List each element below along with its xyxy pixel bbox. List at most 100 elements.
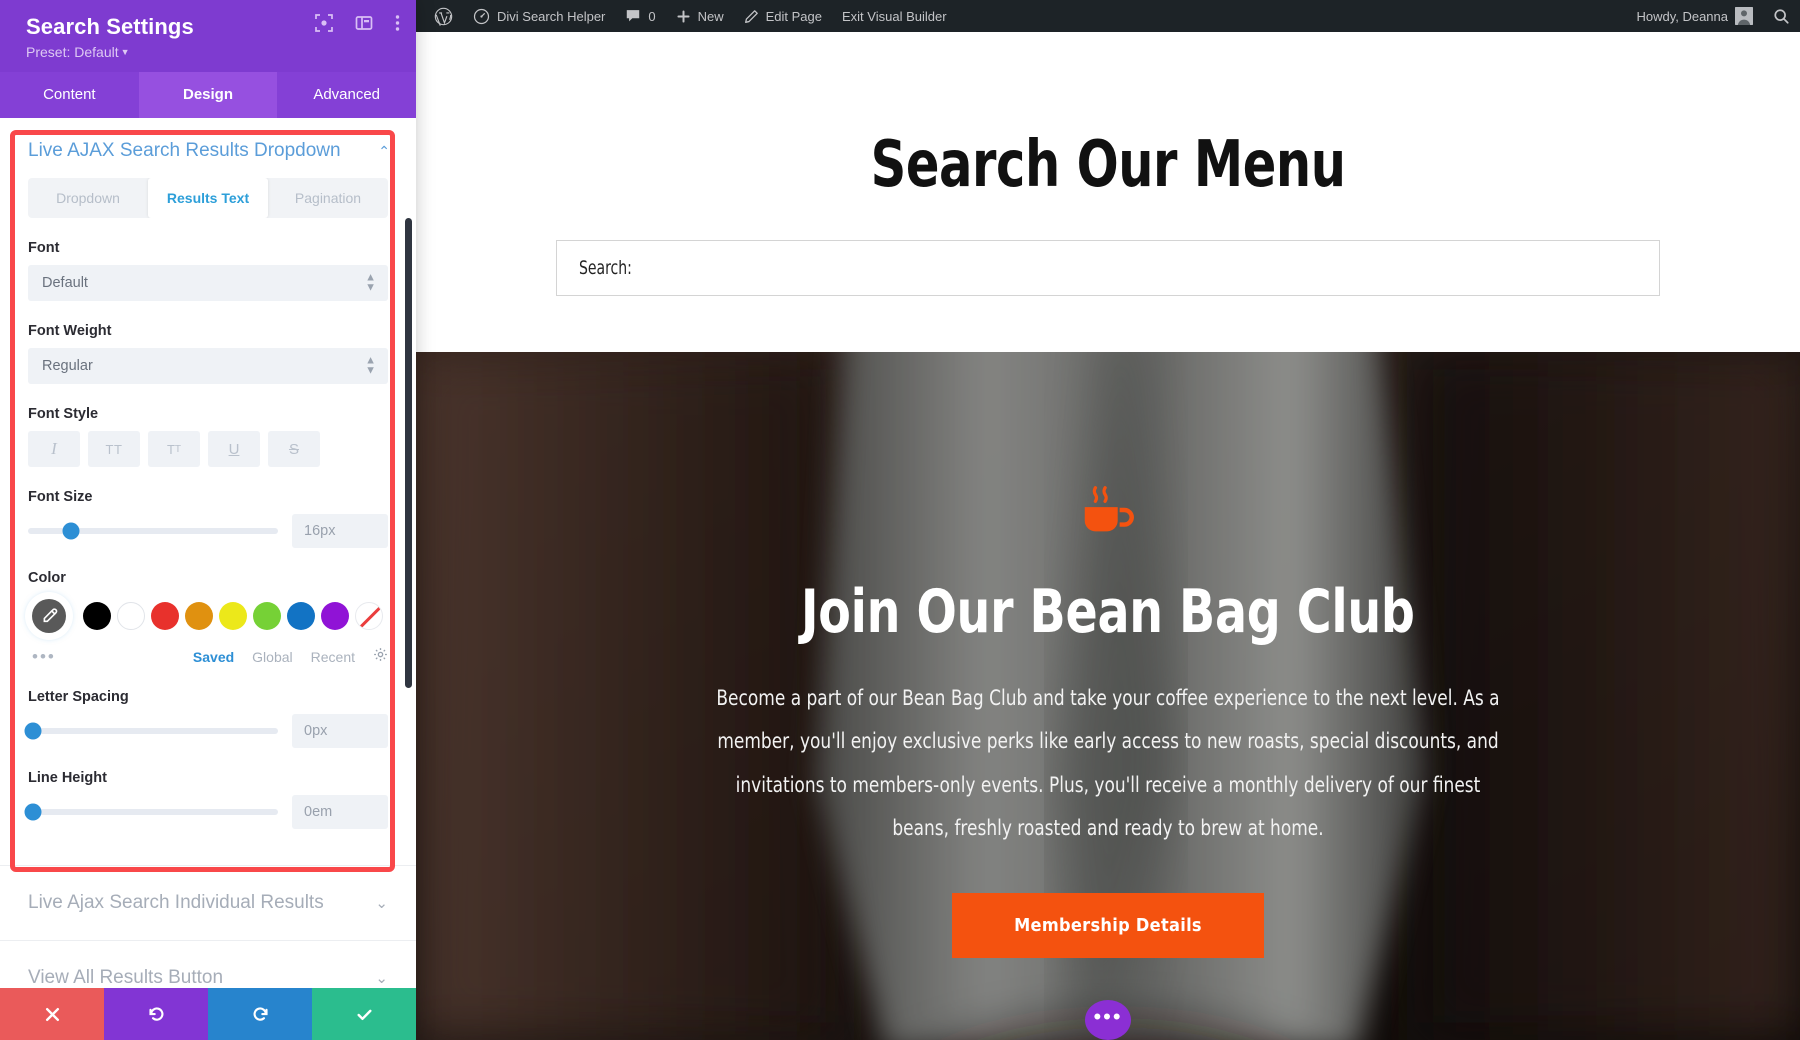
eyedropper-icon	[32, 599, 66, 634]
color-swatches	[28, 595, 388, 638]
focus-icon[interactable]	[315, 14, 333, 32]
hero-section: Join Our Bean Bag Club Become a part of …	[416, 352, 1800, 1040]
swatch-green[interactable]	[253, 602, 281, 631]
admin-bar-right: Howdy, Deanna	[1626, 0, 1800, 32]
panel-body: Live AJAX Search Results Dropdown ⌃ Drop…	[0, 118, 416, 988]
layout-icon[interactable]	[355, 14, 373, 32]
font-weight-select[interactable]: Regular ▲ ▼	[28, 348, 388, 385]
page-title: Search Our Menu	[870, 128, 1346, 202]
wordpress-logo-icon[interactable]	[424, 0, 463, 32]
site-name-menu[interactable]: Divi Search Helper	[463, 0, 615, 32]
letter-spacing-value[interactable]: 0px	[292, 714, 388, 749]
tab-content[interactable]: Content	[0, 72, 139, 119]
comments-count: 0	[648, 8, 656, 24]
uppercase-button[interactable]: TT	[88, 431, 140, 468]
line-height-slider[interactable]	[24, 803, 278, 821]
small-caps-button[interactable]: TT	[148, 431, 200, 468]
color-link-saved[interactable]: Saved	[193, 649, 234, 665]
swatch-black[interactable]	[83, 602, 111, 631]
exit-visual-builder-menu[interactable]: Exit Visual Builder	[832, 0, 957, 32]
section-view-all-results-button-label: View All Results Button	[28, 967, 224, 988]
font-size-slider-knob[interactable]	[62, 522, 79, 540]
hero-content: Join Our Bean Bag Club Become a part of …	[416, 352, 1800, 1040]
letter-spacing-slider[interactable]	[24, 722, 278, 740]
italic-button[interactable]: I	[28, 431, 80, 468]
search-input-wrapper[interactable]: Search:	[556, 240, 1660, 296]
font-select[interactable]: Default ▲ ▼	[28, 265, 388, 302]
gear-icon[interactable]	[373, 647, 388, 667]
stepper-arrows-icon: ▲ ▼	[365, 271, 376, 294]
font-weight-select-value: Regular	[42, 358, 93, 375]
search-input-label: Search:	[579, 257, 632, 279]
chevron-down-icon: ▼	[120, 47, 130, 58]
membership-details-button[interactable]: Membership Details	[952, 892, 1264, 958]
font-style-label: Font Style	[28, 406, 99, 423]
hero-paragraph: Become a part of our Bean Bag Club and t…	[716, 686, 1500, 841]
color-link-recent[interactable]: Recent	[311, 649, 355, 665]
subtab-dropdown[interactable]: Dropdown	[28, 178, 148, 218]
line-height-value[interactable]: 0em	[292, 795, 388, 830]
undo-button[interactable]	[104, 988, 208, 1040]
wp-admin-bar: Divi Search Helper 0 New Edit Page Exit …	[416, 0, 1800, 32]
small-caps-glyph: T	[166, 441, 175, 457]
swatch-purple[interactable]	[321, 602, 349, 631]
redo-button[interactable]	[208, 988, 312, 1040]
swatch-white[interactable]	[117, 602, 145, 631]
letter-spacing-slider-row: 0px	[24, 714, 388, 749]
avatar	[1735, 7, 1753, 25]
subtab-pagination[interactable]: Pagination	[268, 178, 388, 218]
panel-tabs: Content Design Advanced	[0, 72, 417, 119]
strikethrough-button[interactable]: S	[268, 431, 320, 468]
line-height-slider-knob[interactable]	[24, 803, 42, 821]
new-content-label: New	[697, 8, 724, 24]
font-style-field: Font Style I TT TT U S	[0, 406, 416, 468]
section-view-all-results-button[interactable]: View All Results Button ⌄	[0, 940, 416, 988]
font-weight-field: Font Weight Regular ▲ ▼	[0, 323, 416, 385]
color-link-global[interactable]: Global	[252, 649, 292, 665]
tab-design[interactable]: Design	[138, 72, 278, 119]
subtab-results-text[interactable]: Results Text	[148, 178, 268, 219]
font-size-slider-row: 16px	[28, 514, 388, 549]
font-size-value[interactable]: 16px	[292, 514, 388, 549]
panel-scrollbar[interactable]	[405, 218, 412, 689]
coffee-cup-icon	[1077, 480, 1139, 547]
more-colors-button[interactable]: •••	[32, 647, 74, 667]
cancel-button[interactable]	[0, 988, 104, 1040]
tab-advanced[interactable]: Advanced	[277, 72, 417, 119]
panel-header: Search Settings Preset: Default ▼	[0, 0, 416, 73]
howdy-menu[interactable]: Howdy, Deanna	[1626, 0, 1763, 32]
chevron-down-icon: ⌄	[375, 970, 388, 988]
line-height-field: Line Height 0em	[0, 770, 416, 830]
section-live-ajax-individual-results-label: Live Ajax Search Individual Results	[28, 892, 324, 914]
section-header-live-ajax-dropdown[interactable]: Live AJAX Search Results Dropdown ⌃	[0, 118, 416, 178]
swatch-red[interactable]	[151, 602, 179, 631]
floating-more-options-button[interactable]: •••	[1085, 999, 1131, 1040]
panel-preset-selector[interactable]: Preset: Default ▼	[26, 44, 396, 60]
save-button[interactable]	[312, 988, 416, 1040]
wordpress-page-area: Divi Search Helper 0 New Edit Page Exit …	[416, 0, 1800, 1040]
swatch-none[interactable]	[355, 602, 383, 631]
font-select-value: Default	[42, 275, 88, 292]
eyedropper-button[interactable]	[28, 595, 70, 638]
color-label: Color	[28, 570, 66, 587]
search-icon[interactable]	[1763, 0, 1800, 32]
letter-spacing-slider-knob[interactable]	[24, 722, 42, 740]
comments-menu[interactable]: 0	[615, 0, 665, 32]
font-size-field: Font Size 16px	[0, 489, 416, 549]
stepper-arrows-icon: ▲ ▼	[365, 354, 376, 377]
more-vertical-icon[interactable]	[395, 14, 400, 32]
font-weight-label: Font Weight	[28, 323, 112, 340]
font-size-slider[interactable]	[28, 522, 278, 540]
results-text-section: Live AJAX Search Results Dropdown ⌃ Drop…	[0, 118, 416, 865]
font-label: Font	[28, 240, 60, 257]
new-content-menu[interactable]: New	[666, 0, 734, 32]
underline-button[interactable]: U	[208, 431, 260, 468]
swatch-blue[interactable]	[287, 602, 315, 631]
search-settings-panel: Search Settings Preset: Default ▼ Conten…	[0, 0, 417, 1040]
swatch-yellow[interactable]	[219, 602, 247, 631]
panel-preset-label: Preset: Default	[26, 44, 119, 61]
swatch-orange[interactable]	[185, 602, 213, 631]
section-live-ajax-individual-results[interactable]: Live Ajax Search Individual Results ⌄	[0, 865, 416, 940]
edit-page-menu[interactable]: Edit Page	[734, 0, 832, 32]
howdy-label: Howdy, Deanna	[1636, 8, 1728, 24]
